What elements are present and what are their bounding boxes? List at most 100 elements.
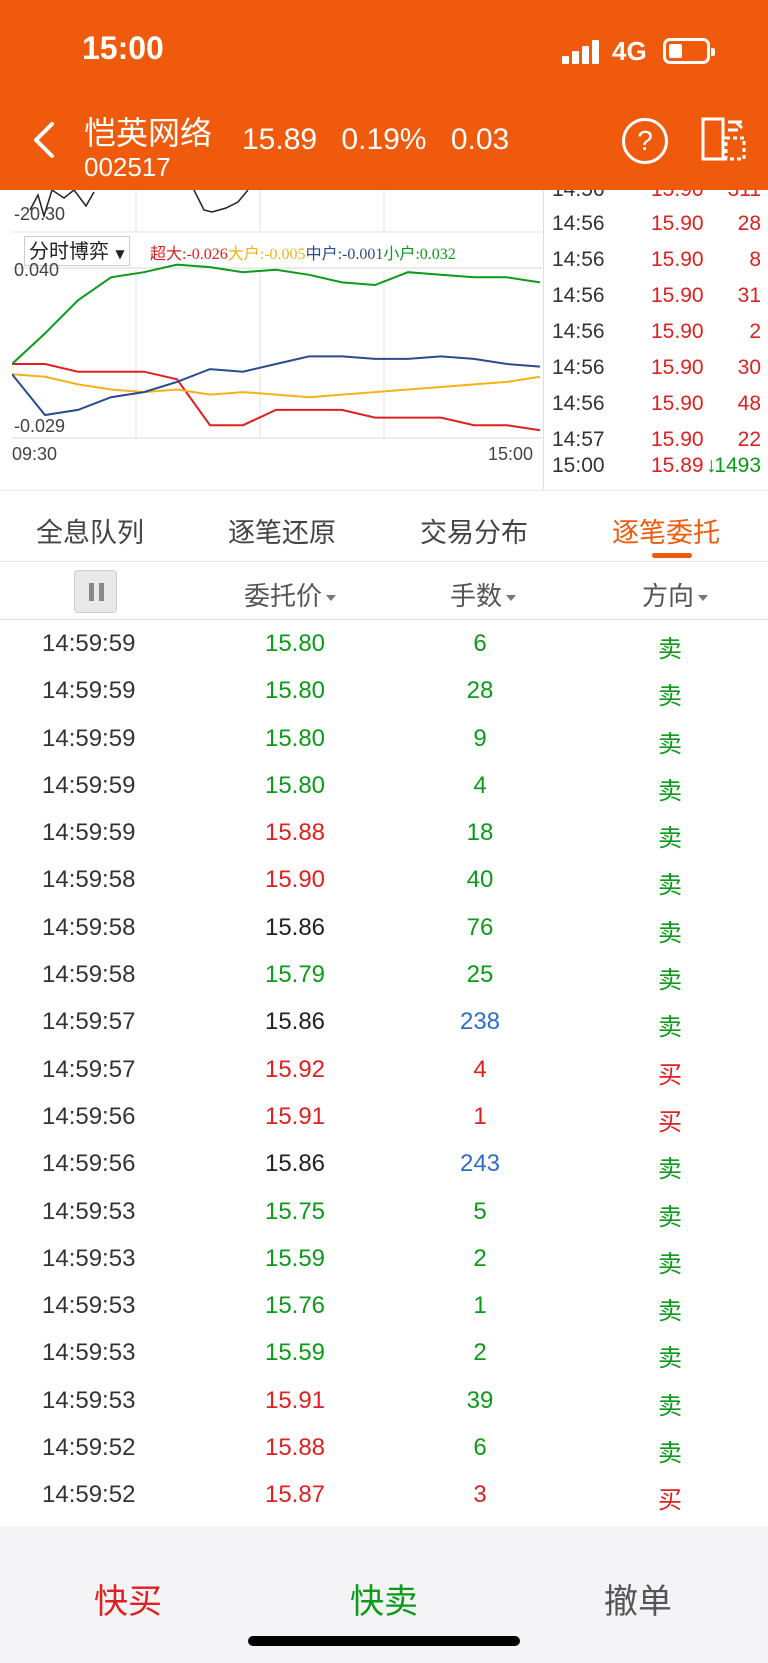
- order-direction: 卖: [658, 1297, 682, 1326]
- tick-price: 15.90: [651, 248, 704, 271]
- series-line-大户: [12, 373, 541, 399]
- tick-volume: 30: [737, 356, 761, 379]
- order-time: 14:59:53: [42, 1386, 136, 1414]
- stock-name: 恺英网络: [84, 114, 213, 152]
- order-row: 14:59:56 15.86 243 卖: [0, 1140, 768, 1187]
- order-direction: 卖: [658, 1391, 682, 1420]
- order-row: 14:59:56 15.91 1 买: [0, 1093, 768, 1140]
- order-quantity: 2: [473, 1339, 487, 1367]
- tick-volume: 2: [749, 320, 761, 343]
- order-row: 14:59:57 15.86 238 卖: [0, 998, 768, 1045]
- sort-by-direction[interactable]: 方向: [642, 576, 709, 613]
- tick-volume: 8: [749, 248, 761, 271]
- order-time: 14:59:58: [42, 961, 136, 989]
- x-axis-start-label: 09:30: [12, 444, 58, 464]
- tick-price: 15.90: [651, 320, 704, 343]
- pause-button[interactable]: [74, 570, 117, 613]
- tick-row: 14:56 15.90 28: [544, 212, 768, 248]
- order-row: 14:59:52 15.87 3 买: [0, 1471, 768, 1518]
- order-quantity: 76: [466, 913, 494, 941]
- last-price: 15.89: [242, 123, 318, 156]
- sort-caret-icon: [506, 594, 517, 601]
- order-direction: 卖: [658, 871, 682, 900]
- order-row: 14:59:52 15.88 6 卖: [0, 1424, 768, 1471]
- order-direction: 卖: [658, 1439, 682, 1468]
- quantity-column-label: 手数: [450, 582, 503, 612]
- order-quantity: 9: [473, 724, 487, 752]
- order-direction: 卖: [658, 635, 682, 663]
- tab-order-by-order[interactable]: 逐笔委托: [612, 511, 720, 550]
- tab-tick-restore[interactable]: 逐笔还原: [228, 511, 336, 550]
- order-price: 15.91: [264, 1102, 326, 1130]
- quick-sell-button[interactable]: 快卖: [350, 1574, 418, 1623]
- capital-flow-lines: [12, 263, 542, 439]
- tick-time: 14:56: [552, 284, 605, 307]
- order-time: 14:59:53: [42, 1197, 136, 1225]
- order-time: 14:59:52: [42, 1481, 136, 1509]
- series-line-小户: [12, 263, 541, 365]
- order-time: 14:59:59: [42, 630, 136, 657]
- x-axis-end-label: 15:00: [488, 444, 534, 464]
- order-time: 14:59:53: [42, 1292, 136, 1320]
- order-direction: 卖: [658, 966, 682, 995]
- back-arrow-icon[interactable]: [30, 120, 60, 160]
- order-price: 15.59: [264, 1339, 326, 1367]
- tick-time: 15:00: [552, 454, 605, 477]
- order-row: 14:59:58 15.90 40 卖: [0, 856, 768, 903]
- tick-price: 15.90: [651, 284, 704, 307]
- order-time: 14:59:53: [42, 1244, 136, 1272]
- tick-time: 14:56: [552, 320, 605, 343]
- order-list: 14:59:59 15.80 6 卖 14:59:59 15.80 28 卖 14:59:59 1…: [0, 620, 768, 1519]
- order-row: 14:59:59 15.88 18 卖: [0, 809, 768, 856]
- order-direction: 卖: [658, 1202, 682, 1231]
- order-quantity: 18: [466, 819, 494, 847]
- tab-trade-distribution[interactable]: 交易分布: [420, 511, 528, 550]
- order-time: 14:59:59: [42, 724, 136, 752]
- order-quantity: 40: [466, 866, 494, 894]
- order-price: 15.87: [264, 1481, 326, 1509]
- order-quantity: 28: [466, 677, 494, 705]
- order-time: 14:59:58: [42, 913, 136, 941]
- order-row: 14:59:53 15.59 2 卖: [0, 1235, 768, 1282]
- order-row: 14:59:58 15.79 25 卖: [0, 951, 768, 998]
- order-direction: 买: [658, 1060, 682, 1089]
- order-direction: 卖: [658, 918, 682, 947]
- tick-price: 15.90: [651, 356, 704, 379]
- order-row: 14:59:57 15.92 4 买: [0, 1046, 768, 1093]
- sort-by-quantity[interactable]: 手数: [450, 576, 517, 613]
- order-row: 14:59:59 15.80 28 卖: [0, 667, 768, 714]
- tick-price: 15.90: [651, 392, 704, 415]
- order-price: 15.88: [264, 819, 326, 847]
- switch-layout-icon[interactable]: [700, 116, 748, 164]
- order-price: 15.86: [264, 1008, 326, 1036]
- order-time: 14:59:56: [42, 1102, 136, 1130]
- tick-row: 15:00 15.89 ↓ 1493: [544, 454, 768, 490]
- order-price: 15.88: [264, 1434, 326, 1462]
- capital-flow-chart-panel: -20.30 分时博弈 ▼ 超大:-0.026大户:-0.005中户:-0.00…: [12, 190, 542, 490]
- sort-by-price[interactable]: 委托价: [244, 576, 337, 613]
- tick-price: 15.89: [651, 454, 704, 477]
- tick-price: 15.90: [651, 212, 704, 235]
- tick-time: 14:56: [552, 356, 605, 379]
- price-column-label: 委托价: [244, 582, 323, 612]
- order-time: 14:59:52: [42, 1434, 136, 1462]
- quick-buy-button[interactable]: 快买: [94, 1574, 162, 1623]
- tick-row: 14:56 15.90 8: [544, 248, 768, 284]
- chart-section: -20.30 分时博弈 ▼ 超大:-0.026大户:-0.005中户:-0.00…: [0, 190, 768, 490]
- order-price: 15.59: [264, 1244, 326, 1272]
- order-quantity: 2: [473, 1244, 487, 1272]
- tick-list: 14:5615.9031114:5615.902814:5615.90814:5…: [543, 190, 768, 490]
- order-price: 15.92: [264, 1055, 326, 1083]
- order-row: 14:59:59 15.80 6 卖: [0, 620, 768, 667]
- order-time: 14:59:58: [42, 866, 136, 894]
- cancel-order-button[interactable]: 撤单: [604, 1574, 672, 1623]
- order-quantity: 243: [459, 1150, 501, 1178]
- order-time: 14:59:59: [42, 771, 136, 799]
- order-quantity: 5: [473, 1197, 487, 1225]
- tab-full-queue[interactable]: 全息队列: [36, 511, 144, 550]
- active-tab-indicator: [652, 553, 692, 558]
- order-price: 15.75: [264, 1197, 326, 1225]
- sort-caret-icon: [698, 594, 709, 601]
- order-row: 14:59:53 15.59 2 卖: [0, 1329, 768, 1376]
- help-icon[interactable]: ?: [622, 118, 668, 164]
